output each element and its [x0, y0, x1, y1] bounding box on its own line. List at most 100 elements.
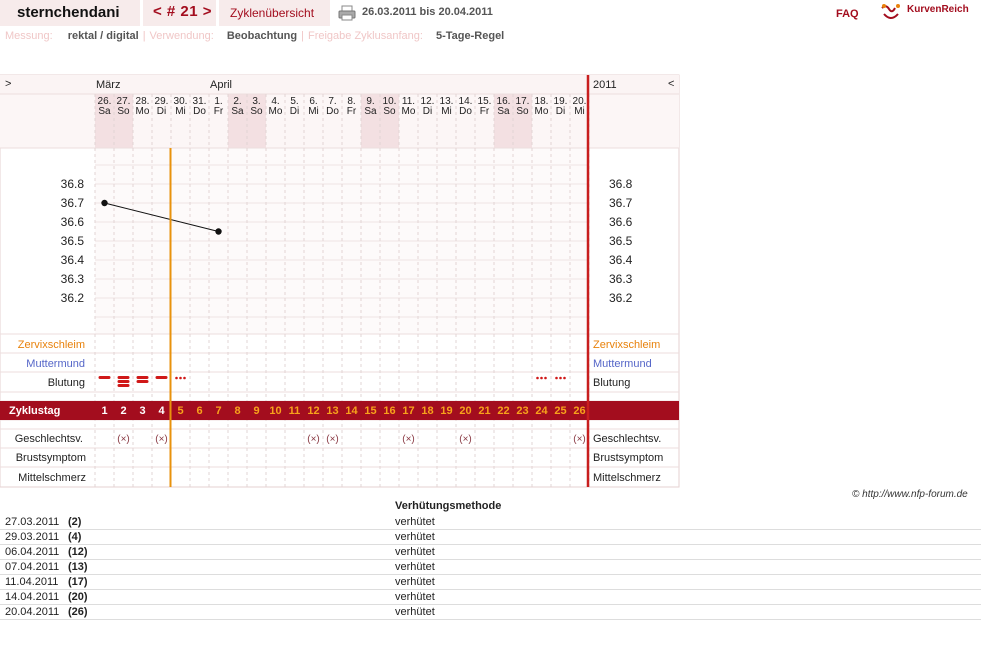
weekday-label: Fr [347, 106, 357, 117]
cervix-row-label: Zervixschleim [18, 339, 85, 351]
method-date: 06.04.2011 [5, 546, 60, 558]
method-table-header: Verhütungsmethode [395, 500, 502, 512]
footer-credit[interactable]: © http://www.nfp-forum.de [852, 489, 968, 500]
bleeding-mark [136, 376, 149, 379]
y-tick-label-left: 36.5 [61, 234, 85, 248]
spotting-dot [544, 376, 547, 380]
cycle-day-number: 17 [402, 405, 414, 417]
method-value: verhütet [395, 606, 435, 618]
bleeding-row-label-right: Blutung [593, 377, 630, 389]
spotting-dot [559, 376, 562, 380]
weekday-label: Di [290, 106, 299, 117]
y-tick-label-right: 36.8 [609, 177, 633, 191]
cycle-day-label: Zyklustag [9, 405, 60, 417]
intercourse-row-label-right: Geschlechtsv. [593, 433, 661, 445]
method-value: verhütet [395, 516, 435, 528]
cycle-day-number: 24 [535, 405, 548, 417]
cycle-day-number: 20 [459, 405, 471, 417]
month-label: März [96, 79, 120, 91]
weekday-label: So [117, 106, 130, 117]
y-tick-label-right: 36.4 [609, 253, 633, 267]
bleeding-mark [117, 380, 130, 383]
intercourse-mark: (×) [459, 434, 472, 445]
breast-row-label-right: Brustsymptom [593, 452, 663, 464]
cycle-day-number: 21 [478, 405, 490, 417]
spotting-dot [179, 376, 182, 380]
temperature-point [101, 199, 108, 207]
y-tick-label-right: 36.2 [609, 291, 633, 305]
method-date: 14.04.2011 [5, 591, 60, 603]
weekday-label: So [383, 106, 396, 117]
weekday-label: Do [459, 106, 472, 117]
method-cycle-day: (17) [68, 576, 88, 588]
bleeding-mark [136, 380, 149, 383]
method-cycle-day: (4) [68, 531, 82, 543]
intercourse-mark: (×) [307, 434, 320, 445]
y-tick-label-left: 36.4 [61, 253, 85, 267]
cycle-day-number: 5 [177, 405, 183, 417]
bleeding-mark [117, 376, 130, 379]
table-row: 20.04.2011 (26) verhütet [0, 605, 981, 620]
y-tick-label-right: 36.7 [609, 196, 633, 210]
weekday-label: Di [423, 106, 432, 117]
spotting-dot [540, 376, 543, 380]
cycle-day-number: 14 [345, 405, 358, 417]
table-row: 29.03.2011 (4) verhütet [0, 530, 981, 545]
spotting-dot [536, 376, 539, 380]
prev-cycle-arrow[interactable]: > [5, 78, 11, 90]
method-date: 20.04.2011 [5, 606, 60, 618]
bleeding-mark [98, 376, 111, 379]
midpain-row-label-right: Mittelschmerz [593, 472, 661, 484]
y-tick-label-left: 36.2 [61, 291, 85, 305]
method-cycle-day: (20) [68, 591, 88, 603]
cycle-day-number: 7 [215, 405, 221, 417]
cycle-day-number: 11 [289, 405, 301, 417]
method-date: 29.03.2011 [5, 531, 60, 543]
spotting-dot [183, 376, 186, 380]
bleeding-mark [155, 376, 168, 379]
spotting-dot [555, 376, 558, 380]
weekday-label: Mi [175, 106, 186, 117]
cycle-day-number: 15 [364, 405, 376, 417]
bleeding-row-label: Blutung [48, 377, 85, 389]
intercourse-mark: (×) [326, 434, 339, 445]
cycle-day-number: 6 [196, 405, 202, 417]
year-label: 2011 [593, 79, 617, 91]
cycle-day-number: 23 [516, 405, 528, 417]
weekday-label: Mo [402, 106, 416, 117]
cycle-day-number: 2 [120, 405, 126, 417]
cycle-day-number: 26 [573, 405, 585, 417]
next-cycle-arrow[interactable]: < [668, 78, 674, 90]
method-cycle-day: (2) [68, 516, 82, 528]
y-tick-label-right: 36.6 [609, 215, 633, 229]
weekday-label: Mo [136, 106, 150, 117]
cycle-day-number: 13 [326, 405, 338, 417]
spotting-dot [563, 376, 566, 380]
cycle-day-number: 25 [554, 405, 566, 417]
month-label: April [210, 79, 232, 91]
weekday-label: Di [157, 106, 166, 117]
method-value: verhütet [395, 546, 435, 558]
weekday-label: Fr [480, 106, 490, 117]
method-value: verhütet [395, 576, 435, 588]
y-tick-label-left: 36.7 [61, 196, 85, 210]
method-value: verhütet [395, 561, 435, 573]
intercourse-mark: (×) [117, 434, 130, 445]
weekday-label: Mi [308, 106, 319, 117]
intercourse-row-label: Geschlechtsv. [15, 433, 83, 445]
weekday-label: Mi [441, 106, 452, 117]
weekday-label: Fr [214, 106, 224, 117]
cycle-day-number: 22 [497, 405, 509, 417]
cervix-row-label-right: Zervixschleim [593, 339, 660, 351]
method-cycle-day: (12) [68, 546, 88, 558]
weekday-label: Mi [574, 106, 585, 117]
y-tick-label-right: 36.3 [609, 272, 633, 286]
weekday-label: Do [326, 106, 339, 117]
method-cycle-day: (26) [68, 606, 88, 618]
weekday-label: Sa [98, 106, 111, 117]
cycle-day-number: 12 [307, 405, 319, 417]
table-row: 11.04.2011 (17) verhütet [0, 575, 981, 590]
bleeding-mark [117, 384, 130, 387]
cycle-day-number: 1 [101, 405, 107, 417]
cycle-day-number: 10 [269, 405, 281, 417]
